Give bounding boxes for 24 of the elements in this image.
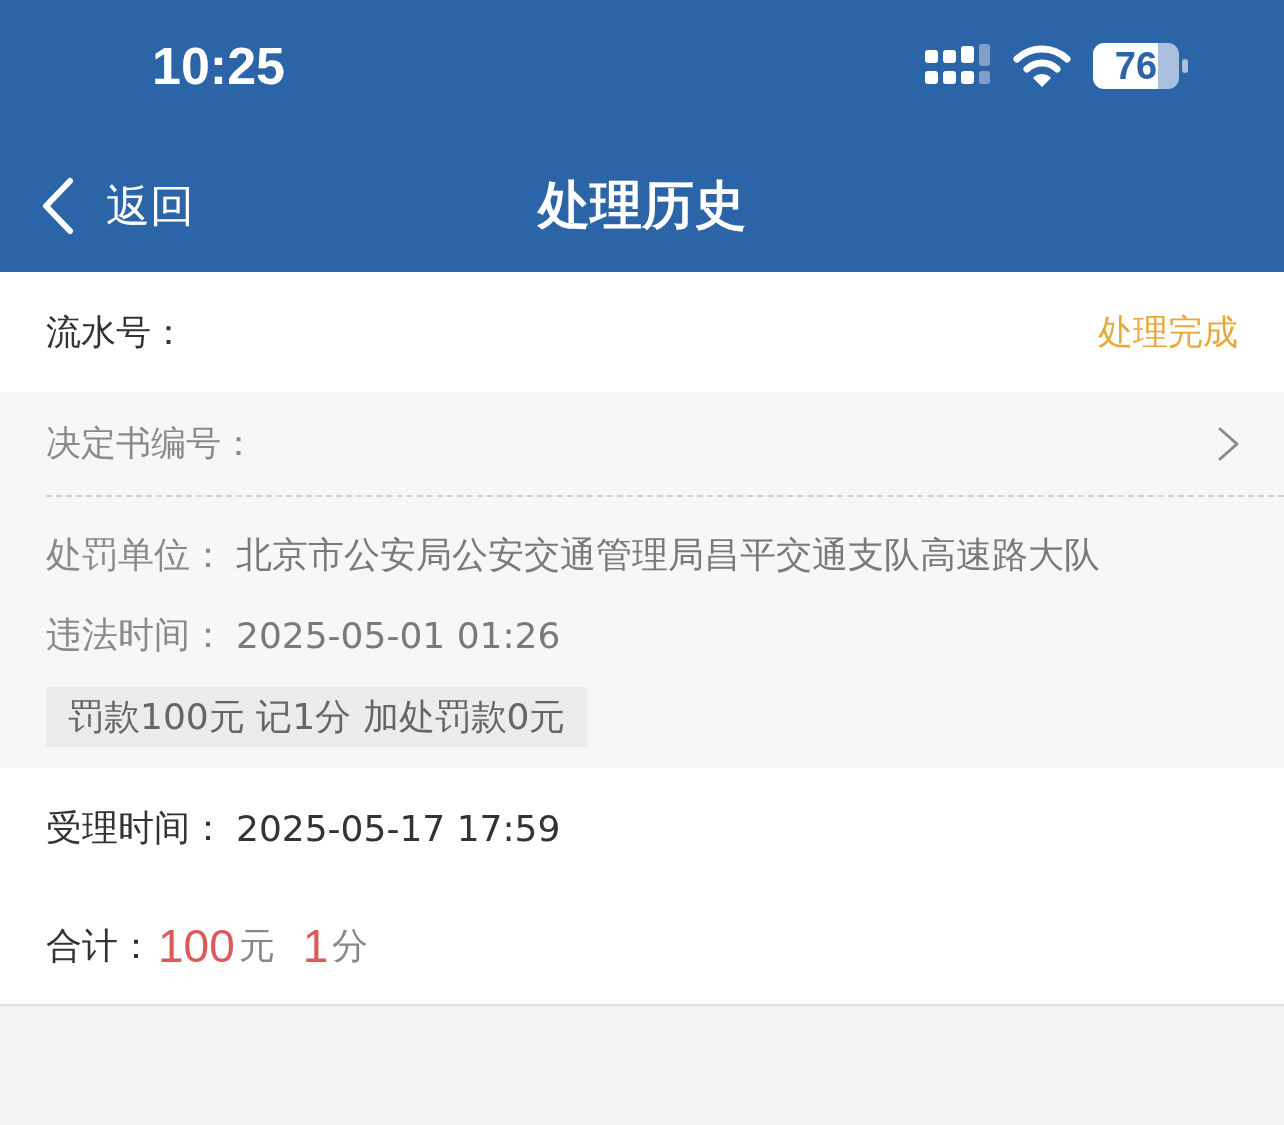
chevron-right-icon — [1218, 426, 1240, 461]
back-button[interactable]: 返回 — [40, 176, 194, 236]
detail-label: 违法时间： — [46, 612, 226, 657]
points-unit: 分 — [332, 923, 369, 968]
battery-tip-icon — [1182, 59, 1188, 73]
page-title: 处理历史 — [538, 174, 746, 237]
fine-amount: 100 — [158, 919, 235, 973]
decision-number-label: 决定书编号： — [46, 422, 256, 465]
penalty-tag: 罚款100元 记1分 加处罚款0元 — [46, 687, 588, 747]
status-time: 10:25 — [152, 36, 285, 96]
detail-value: 2025-05-01 01:26 — [236, 614, 561, 656]
decision-number-row[interactable]: 决定书编号： — [46, 392, 1284, 497]
currency-unit: 元 — [238, 923, 275, 968]
accepted-time-value: 2025-05-17 17:59 — [236, 807, 561, 849]
serial-number-label: 流水号： — [46, 310, 186, 354]
battery-indicator: 76 — [1093, 43, 1179, 89]
detail-label: 处罚单位： — [46, 532, 226, 577]
detail-value: 北京市公安局公安交通管理局昌平交通支队高速路大队 — [236, 532, 1100, 577]
status-text: 处理完成 — [1098, 310, 1238, 354]
chevron-left-icon — [40, 177, 74, 235]
points-amount: 1 — [302, 919, 329, 973]
total-label: 合计： — [46, 923, 154, 968]
accepted-time-label: 受理时间： — [46, 805, 226, 850]
wifi-icon — [1013, 45, 1071, 87]
